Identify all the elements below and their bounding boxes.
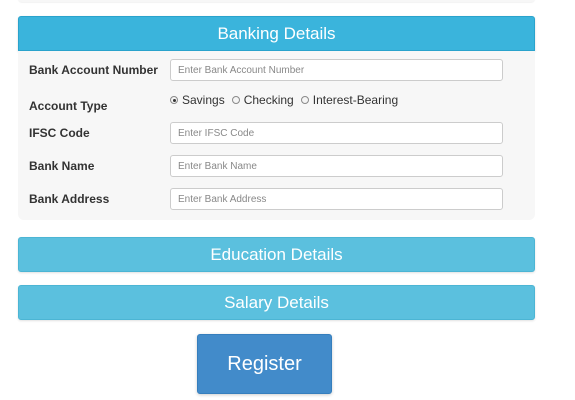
banking-details-panel: Banking Details Bank Account Number Acco… — [18, 16, 535, 220]
bank-address-input[interactable] — [170, 188, 503, 210]
bank-address-label: Bank Address — [29, 192, 110, 206]
radio-option-interest-bearing[interactable]: Interest-Bearing — [300, 93, 399, 107]
bank-name-row: Bank Name — [18, 155, 535, 179]
radio-option-savings[interactable]: Savings — [170, 93, 225, 107]
account-number-label: Bank Account Number — [29, 63, 158, 77]
education-details-header[interactable]: Education Details — [18, 237, 535, 272]
ifsc-label: IFSC Code — [29, 126, 90, 140]
bank-address-row: Bank Address — [18, 188, 535, 212]
radio-checking[interactable] — [231, 96, 240, 104]
radio-interest-bearing[interactable] — [300, 96, 309, 104]
radio-savings-checked[interactable] — [170, 96, 178, 104]
ifsc-row: IFSC Code — [18, 122, 535, 146]
salary-details-header[interactable]: Salary Details — [18, 285, 535, 320]
previous-section-edge — [18, 0, 535, 2]
register-button[interactable]: Register — [197, 334, 332, 394]
radio-checking-label: Checking — [243, 93, 294, 107]
education-details-panel: Education Details — [18, 237, 535, 272]
account-type-label: Account Type — [29, 99, 108, 113]
banking-details-header[interactable]: Banking Details — [18, 16, 535, 51]
salary-details-panel: Salary Details — [18, 285, 535, 320]
bank-name-input[interactable] — [170, 155, 503, 177]
radio-option-checking[interactable]: Checking — [231, 93, 294, 107]
banking-details-body: Bank Account Number Account Type Savings… — [18, 51, 535, 220]
account-type-radio-group: Savings Checking Interest-Bearing — [170, 92, 405, 108]
account-number-row: Bank Account Number — [18, 59, 535, 83]
radio-savings-label: Savings — [182, 93, 225, 107]
registration-page: Banking Details Bank Account Number Acco… — [0, 0, 575, 400]
account-type-row: Account Type Savings Checking Interest-B… — [18, 92, 535, 116]
ifsc-input[interactable] — [170, 122, 503, 144]
account-number-input[interactable] — [170, 59, 503, 81]
radio-interest-bearing-label: Interest-Bearing — [312, 93, 399, 107]
bank-name-label: Bank Name — [29, 159, 95, 173]
